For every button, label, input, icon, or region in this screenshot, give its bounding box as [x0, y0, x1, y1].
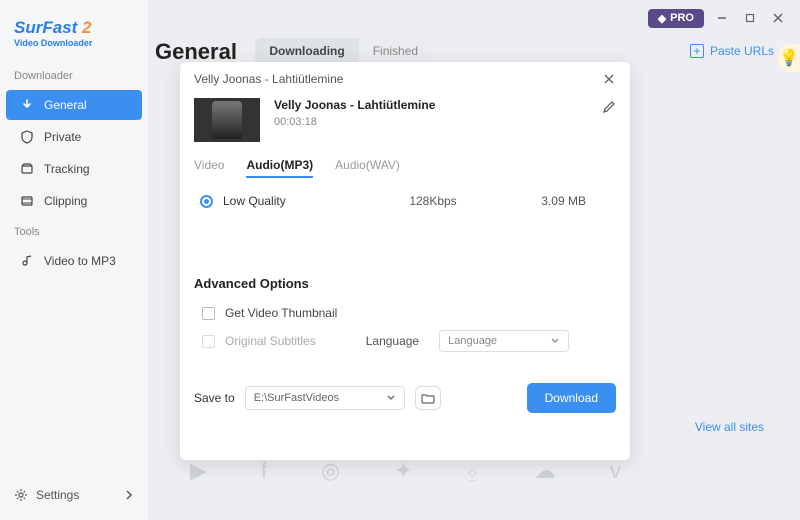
archive-icon	[20, 162, 34, 176]
status-tabs: Downloading Finished	[255, 38, 432, 64]
folder-icon	[421, 392, 435, 404]
language-placeholder: Language	[448, 335, 497, 347]
chevron-right-icon	[124, 490, 134, 500]
chevron-down-icon	[550, 336, 560, 346]
sidebar-item-tracking[interactable]: Tracking	[6, 154, 142, 184]
checkbox-thumbnail[interactable]	[202, 307, 215, 320]
pro-label: PRO	[670, 12, 694, 24]
sidebar-item-private[interactable]: Private	[6, 122, 142, 152]
film-icon	[20, 194, 34, 208]
view-all-sites-link[interactable]: View all sites	[695, 420, 764, 434]
modal-title: Velly Joonas - Lahtiütlemine	[194, 72, 343, 86]
supported-sites-strip: ▶ f ◎ ✦ ⍚ ☁ v	[190, 458, 621, 484]
radio-selected-icon	[200, 195, 213, 208]
language-select[interactable]: Language	[439, 330, 569, 352]
sidebar-item-video-to-mp3[interactable]: Video to MP3	[6, 246, 142, 276]
app-logo: SurFast 2 Video Downloader	[0, 18, 148, 62]
sidebar-item-label: Clipping	[44, 194, 87, 208]
paste-urls-button[interactable]: + Paste URLs	[690, 44, 774, 58]
logo-name: SurFast	[14, 18, 77, 37]
checkbox-subtitles[interactable]	[202, 335, 215, 348]
facebook-icon: f	[261, 458, 267, 484]
maximize-button[interactable]	[740, 8, 760, 28]
twitch-icon: ⍚	[467, 458, 480, 484]
download-options-modal: Velly Joonas - Lahtiütlemine Velly Joona…	[180, 62, 630, 460]
pro-badge[interactable]: ◆ PRO	[648, 9, 704, 28]
instagram-icon: ◎	[321, 458, 340, 484]
settings-label: Settings	[36, 488, 79, 502]
media-duration: 00:03:18	[274, 116, 588, 128]
plus-icon: +	[690, 44, 704, 58]
section-tools: Tools	[0, 218, 148, 244]
browse-folder-button[interactable]	[415, 386, 441, 410]
bulb-icon: 💡	[779, 48, 799, 68]
sidebar-item-clipping[interactable]: Clipping	[6, 186, 142, 216]
edit-icon[interactable]	[602, 100, 616, 114]
logo-tagline: Video Downloader	[14, 38, 134, 48]
opt-thumbnail-label: Get Video Thumbnail	[225, 306, 337, 320]
diamond-icon: ◆	[658, 12, 666, 25]
sidebar-item-label: Tracking	[44, 162, 90, 176]
tab-audio-mp3[interactable]: Audio(MP3)	[246, 158, 313, 178]
arrow-down-icon	[20, 98, 34, 112]
save-to-label: Save to	[194, 391, 235, 405]
sidebar-item-label: Video to MP3	[44, 254, 116, 268]
sidebar-item-general[interactable]: General	[6, 90, 142, 120]
sidebar-item-label: General	[44, 98, 87, 112]
shield-icon	[20, 130, 34, 144]
tab-downloading[interactable]: Downloading	[255, 38, 358, 64]
advanced-options-heading: Advanced Options	[194, 276, 616, 291]
sidebar-item-label: Private	[44, 130, 81, 144]
language-label: Language	[366, 334, 419, 348]
youtube-icon: ▶	[190, 458, 207, 484]
note-icon	[20, 254, 34, 268]
chevron-down-icon	[386, 393, 396, 403]
tab-video[interactable]: Video	[194, 158, 224, 178]
quality-name: Low Quality	[223, 194, 363, 208]
soundcloud-icon: ☁	[534, 458, 556, 484]
quality-bitrate: 128Kbps	[363, 194, 503, 208]
sidebar: SurFast 2 Video Downloader Downloader Ge…	[0, 0, 148, 520]
save-path-select[interactable]: E:\SurFastVideos	[245, 386, 405, 410]
quality-size: 3.09 MB	[503, 194, 616, 208]
logo-suffix: 2	[82, 18, 91, 37]
close-icon[interactable]	[602, 72, 616, 86]
opt-subtitles-label: Original Subtitles	[225, 334, 316, 348]
save-path-value: E:\SurFastVideos	[254, 392, 339, 404]
download-button[interactable]: Download	[527, 383, 616, 413]
window-titlebar: ◆ PRO	[636, 0, 800, 36]
quality-option-low[interactable]: Low Quality 128Kbps 3.09 MB	[180, 184, 630, 218]
tab-finished[interactable]: Finished	[359, 38, 432, 64]
vimeo-icon: v	[610, 458, 621, 484]
minimize-button[interactable]	[712, 8, 732, 28]
close-window-button[interactable]	[768, 8, 788, 28]
paste-label: Paste URLs	[710, 44, 774, 58]
format-tabs: Video Audio(MP3) Audio(WAV)	[180, 152, 630, 184]
tips-button[interactable]: 💡	[778, 44, 800, 72]
gear-icon	[14, 488, 28, 502]
video-thumbnail	[194, 98, 260, 142]
tab-audio-wav[interactable]: Audio(WAV)	[335, 158, 400, 178]
media-title: Velly Joonas - Lahtiütlemine	[274, 98, 588, 112]
section-downloader: Downloader	[0, 62, 148, 88]
twitter-icon: ✦	[394, 458, 412, 484]
settings-button[interactable]: Settings	[0, 480, 148, 510]
